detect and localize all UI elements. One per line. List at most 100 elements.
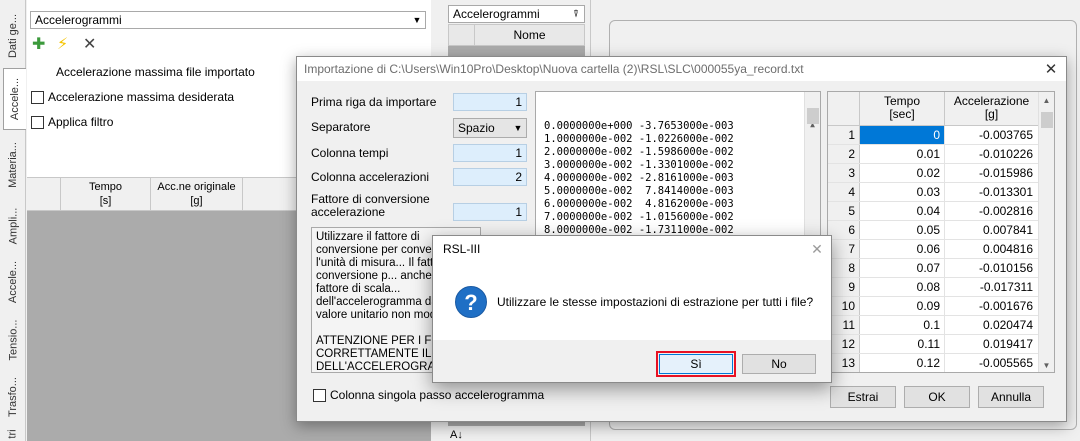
close-icon[interactable]: ✕ [803, 241, 831, 258]
cell-accelerazione[interactable]: -0.010156 [945, 259, 1039, 277]
tab-materiali[interactable]: Materia... [2, 134, 24, 196]
list-panel-title: Accelerogrammi [453, 7, 540, 21]
table-row[interactable]: 1 0 -0.003765 [828, 126, 1054, 145]
cell-tempo[interactable]: 0.11 [860, 335, 945, 353]
cell-accelerazione[interactable]: -0.001676 [945, 297, 1039, 315]
file-preview-scrollbar[interactable]: ▲ [804, 92, 820, 240]
row-number: 8 [828, 259, 860, 277]
vertical-tab-strip: Dati ge... Accele... Materia... Ampli...… [0, 0, 26, 441]
cell-accelerazione[interactable]: 0.020474 [945, 316, 1039, 334]
cell-tempo[interactable]: 0.02 [860, 164, 945, 182]
row-number: 3 [828, 164, 860, 182]
table-row[interactable]: 2 0.01 -0.010226 [828, 145, 1054, 164]
accelerogram-type-select[interactable]: Accelerogrammi ▼ [30, 11, 426, 29]
cell-tempo[interactable]: 0.06 [860, 240, 945, 258]
max-accel-label: Accelerazione massima file importato [56, 65, 255, 79]
cell-tempo[interactable]: 0.01 [860, 145, 945, 163]
cell-tempo[interactable]: 0.05 [860, 221, 945, 239]
extract-button[interactable]: Estrai [830, 386, 896, 408]
row-number: 5 [828, 202, 860, 220]
pin-icon[interactable]: ⍒ [568, 9, 584, 20]
scroll-thumb[interactable] [1041, 112, 1053, 128]
separator-value: Spazio [458, 121, 495, 135]
table-row[interactable]: 3 0.02 -0.015986 [828, 164, 1054, 183]
cell-accelerazione[interactable]: -0.003765 [945, 126, 1039, 144]
ok-button[interactable]: OK [904, 386, 970, 408]
cell-tempo[interactable]: 0 [860, 126, 945, 144]
cell-accelerazione[interactable]: 0.019417 [945, 335, 1039, 353]
cell-tempo[interactable]: 0.07 [860, 259, 945, 277]
cell-accelerazione[interactable]: -0.005565 [945, 354, 1039, 372]
conversion-input[interactable]: 1 [453, 203, 527, 221]
scroll-down-icon[interactable]: ▼ [1039, 361, 1054, 370]
no-button[interactable]: No [742, 354, 816, 374]
row-number: 1 [828, 126, 860, 144]
data-table-header: Tempo [sec] Accelerazione [g] [828, 92, 1054, 126]
file-line: 0.0000000e+000 -3.7653000e-003 [544, 120, 734, 132]
cell-accelerazione[interactable]: -0.002816 [945, 202, 1039, 220]
table-row[interactable]: 8 0.07 -0.010156 [828, 259, 1054, 278]
cell-accelerazione[interactable]: -0.017311 [945, 278, 1039, 296]
list-col-header: Nome [448, 24, 585, 46]
time-col-input[interactable]: 1 [453, 144, 527, 162]
question-icon: ? [455, 286, 487, 318]
row-number: 10 [828, 297, 860, 315]
cell-accelerazione[interactable]: -0.015986 [945, 164, 1039, 182]
lightning-icon[interactable]: ⚡ [57, 34, 68, 54]
cancel-button[interactable]: Annulla [978, 386, 1044, 408]
desired-accel-label: Accelerazione massima desiderata [48, 90, 235, 104]
col-acc-originale: Acc.ne originale [g] [151, 178, 243, 210]
tab-amplificazione[interactable]: Ampli... [2, 200, 24, 252]
cell-tempo[interactable]: 0.04 [860, 202, 945, 220]
filter-checkbox[interactable] [31, 115, 44, 129]
filter-row[interactable]: Applica filtro [31, 115, 113, 129]
row-number: 12 [828, 335, 860, 353]
table-row[interactable]: 12 0.11 0.019417 [828, 335, 1054, 354]
sort-icon[interactable]: A↓ [450, 429, 463, 441]
cell-accelerazione[interactable]: 0.004816 [945, 240, 1039, 258]
cell-accelerazione[interactable]: -0.010226 [945, 145, 1039, 163]
scroll-up-icon[interactable]: ▲ [1039, 96, 1054, 105]
first-row-label: Prima riga da importare [311, 95, 437, 109]
yes-button[interactable]: Sì [659, 354, 733, 374]
data-table-scrollbar[interactable]: ▲ ▼ [1038, 92, 1054, 372]
table-row[interactable]: 4 0.03 -0.013301 [828, 183, 1054, 202]
separator-select[interactable]: Spazio ▼ [453, 118, 527, 138]
tab-accelerogrammi[interactable]: Accele... [3, 68, 26, 130]
col-nome: Nome [513, 28, 546, 42]
table-row[interactable]: 10 0.09 -0.001676 [828, 297, 1054, 316]
chevron-down-icon: ▼ [513, 123, 523, 133]
row-number: 4 [828, 183, 860, 201]
single-step-row[interactable]: Colonna singola passo accelerogramma [313, 388, 544, 402]
cell-accelerazione[interactable]: -0.013301 [945, 183, 1039, 201]
tab-altri[interactable]: tri [2, 426, 24, 441]
table-row[interactable]: 9 0.08 -0.017311 [828, 278, 1054, 297]
desired-accel-row[interactable]: Accelerazione massima desiderata [31, 90, 234, 104]
confirm-dialog-titlebar: RSL-III ✕ [433, 236, 831, 262]
delete-icon[interactable]: ✕ [83, 34, 96, 54]
cell-accelerazione[interactable]: 0.007841 [945, 221, 1039, 239]
close-icon[interactable]: ✕ [1036, 60, 1066, 78]
confirm-dialog-title: RSL-III [443, 242, 481, 256]
add-icon[interactable]: ✚ [32, 34, 45, 54]
cell-tempo[interactable]: 0.09 [860, 297, 945, 315]
table-row[interactable]: 13 0.12 -0.005565 [828, 354, 1054, 372]
cell-tempo[interactable]: 0.12 [860, 354, 945, 372]
cell-tempo[interactable]: 0.03 [860, 183, 945, 201]
table-row[interactable]: 6 0.05 0.007841 [828, 221, 1054, 240]
tab-dati-generali[interactable]: Dati ge... [2, 6, 24, 66]
table-row[interactable]: 11 0.1 0.020474 [828, 316, 1054, 335]
scroll-thumb[interactable] [807, 108, 819, 124]
tab-tensioni[interactable]: Tensio... [2, 312, 24, 368]
desired-accel-checkbox[interactable] [31, 90, 44, 104]
data-table-body: 1 0 -0.003765 2 0.01 -0.010226 3 0.02 -0.015986 4… [828, 126, 1054, 372]
cell-tempo[interactable]: 0.08 [860, 278, 945, 296]
table-row[interactable]: 7 0.06 0.004816 [828, 240, 1054, 259]
tab-trasformate[interactable]: Trasfo... [2, 372, 24, 422]
tab-accelerazioni[interactable]: Accele... [2, 256, 24, 308]
table-row[interactable]: 5 0.04 -0.002816 [828, 202, 1054, 221]
single-step-checkbox[interactable] [313, 388, 326, 402]
cell-tempo[interactable]: 0.1 [860, 316, 945, 334]
first-row-input[interactable]: 1 [453, 93, 527, 111]
accel-col-input[interactable]: 2 [453, 168, 527, 186]
